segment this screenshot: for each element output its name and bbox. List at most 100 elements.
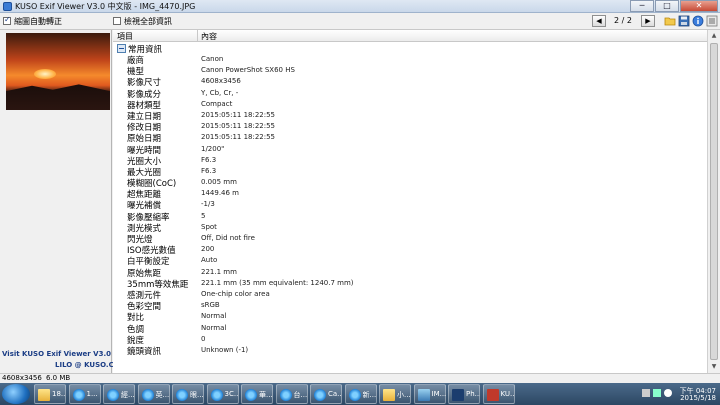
table-row[interactable]: 鏡頭資訊 Unknown (-1) [113, 345, 707, 357]
show-all-checkbox[interactable] [113, 17, 121, 25]
row-value: sRGB [201, 301, 220, 310]
taskbar-item-label: 英... [155, 391, 170, 399]
column-divider[interactable] [197, 30, 198, 42]
taskbar-item[interactable]: 新... [344, 384, 377, 404]
row-value: 1/200" [201, 144, 225, 153]
row-key: 鏡頭資訊 [127, 346, 162, 357]
table-row[interactable]: 白平衡設定 Auto [113, 255, 707, 267]
collapse-icon[interactable] [117, 44, 126, 53]
row-key: 最大光圈 [127, 167, 162, 178]
site-link[interactable]: Visit KUSO Exif Viewer V3.0 Site [2, 350, 129, 358]
table-row[interactable]: 35mm等效焦距 221.1 mm (35 mm equivalent: 1240… [113, 278, 707, 290]
tray-flag-icon[interactable] [664, 389, 672, 397]
taskbar-item[interactable]: 經... [103, 384, 135, 404]
row-key: 模糊圈(CoC) [127, 179, 177, 190]
taskbar-item-label: 新... [362, 391, 377, 399]
next-image-button[interactable]: ▶ [641, 15, 655, 27]
taskbar-item[interactable]: 華... [241, 384, 273, 404]
window-controls: ─ □ ✕ [629, 0, 718, 12]
taskbar-item[interactable]: Ph... [448, 384, 480, 404]
table-row[interactable]: 最大光圈 F6.3 [113, 166, 707, 178]
table-row[interactable]: 原始日期 2015:05:11 18:22:55 [113, 132, 707, 144]
row-key: 色彩空間 [127, 302, 162, 313]
show-all-label[interactable]: 檢視全部資訊 [124, 16, 172, 27]
row-key: 對比 [127, 313, 145, 324]
table-row[interactable]: 修改日期 2015:05:11 18:22:55 [113, 121, 707, 134]
table-row[interactable]: 閃光燈 Off, Did not fire [113, 233, 707, 245]
row-key: 光圈大小 [127, 156, 162, 167]
row-value: 200 [201, 245, 215, 254]
table-row[interactable]: 模糊圈(CoC) 0.005 mm [113, 177, 707, 190]
table-row[interactable]: 曝光時間 1/200" [113, 144, 707, 156]
settings-icon[interactable] [706, 15, 718, 27]
table-row[interactable]: 色彩空間 sRGB [113, 300, 707, 313]
taskbar-item[interactable]: 3C... [206, 384, 239, 404]
row-key: 35mm等效焦距 [127, 279, 189, 290]
table-row[interactable]: 對比 Normal [113, 311, 707, 324]
open-folder-icon[interactable] [664, 15, 676, 27]
scroll-up-icon[interactable]: ▲ [708, 30, 720, 42]
table-row[interactable]: 影像成分 Y, Cb, Cr, - [113, 88, 707, 100]
row-key: 曝光時間 [127, 145, 162, 156]
tray-volume-icon[interactable] [653, 389, 661, 397]
scroll-down-icon[interactable]: ▼ [708, 361, 720, 373]
landscape-silhouette [6, 84, 110, 110]
auto-rotate-label[interactable]: 縮圖自動轉正 [14, 16, 62, 27]
row-value: 221.1 mm [201, 267, 237, 276]
row-key: 曝光補償 [127, 201, 162, 212]
table-row[interactable]: 器材類型 Compact [113, 99, 707, 111]
row-value: 4608x3456 [201, 77, 241, 86]
ie-icon [210, 389, 223, 401]
table-row[interactable]: 測光模式 Spot [113, 222, 707, 234]
table-row[interactable]: ISO感光數值 200 [113, 244, 707, 256]
taskbar-item[interactable]: KU... [482, 384, 515, 404]
table-row[interactable]: 影像壓縮率 5 [113, 211, 707, 223]
prev-image-button[interactable]: ◀ [592, 15, 606, 27]
taskbar: 18... 1... 經... 英... 眼... 3C... 華... 台... Ca... 新… [0, 383, 720, 405]
table-row[interactable]: 光圈大小 F6.3 [113, 155, 707, 167]
table-row[interactable]: 感測元件 One-chip color area [113, 289, 707, 301]
clock-date[interactable]: 2015/5/18 [680, 394, 716, 402]
tray-network-icon[interactable] [642, 389, 650, 397]
taskbar-item-label: 經... [121, 391, 135, 399]
image-thumbnail[interactable] [6, 33, 110, 110]
taskbar-item[interactable]: Ca... [310, 384, 342, 404]
maximize-button[interactable]: □ [655, 0, 679, 12]
table-row[interactable]: 建立日期 2015:05:11 18:22:55 [113, 110, 707, 122]
taskbar-item[interactable]: 18... [34, 384, 66, 404]
window-title: KUSO Exif Viewer V3.0 中文版 - IMG_4470.JPG [15, 2, 196, 11]
table-row[interactable]: 廠商 Canon [113, 54, 707, 66]
kuso-icon [486, 389, 499, 401]
table-row[interactable]: 曝光補償 -1/3 [113, 199, 707, 212]
ie-icon [348, 389, 361, 401]
table-row[interactable]: 影像尺寸 4608x3456 [113, 76, 707, 88]
table-row[interactable]: 銳度 0 [113, 334, 707, 346]
save-icon[interactable] [678, 15, 690, 27]
taskbar-item[interactable]: 小... [379, 384, 411, 404]
column-header-content[interactable]: 內容 [201, 31, 217, 42]
taskbar-item-label: KU... [500, 390, 515, 398]
minimize-button[interactable]: ─ [630, 0, 654, 12]
close-button[interactable]: ✕ [680, 0, 718, 12]
row-key: 影像壓縮率 [127, 212, 170, 223]
taskbar-item[interactable]: 台... [275, 384, 308, 404]
row-key: 修改日期 [127, 123, 162, 134]
table-row[interactable]: 色調 Normal [113, 323, 707, 335]
column-header-item[interactable]: 項目 [117, 31, 197, 42]
row-value: 221.1 mm (35 mm equivalent: 1240.7 mm) [201, 278, 354, 287]
auto-rotate-checkbox[interactable] [3, 15, 11, 25]
row-key: 建立日期 [127, 111, 162, 122]
row-key: 閃光燈 [127, 235, 153, 245]
vertical-scrollbar[interactable]: ▲ ▼ [707, 30, 719, 373]
taskbar-item[interactable]: 眼... [172, 384, 204, 404]
table-row[interactable]: 機型 Canon PowerShot SX60 HS [113, 65, 707, 77]
taskbar-item[interactable]: 英... [137, 384, 170, 404]
scroll-thumb[interactable] [710, 43, 718, 360]
table-row[interactable]: 超焦距離 1449.46 m [113, 188, 707, 200]
table-rows: 廠商 Canon 機型 Canon PowerShot SX60 HS 影像尺寸 4608… [113, 54, 707, 357]
start-button[interactable] [2, 384, 30, 404]
info-icon[interactable] [692, 15, 704, 27]
taskbar-item[interactable]: IM... [413, 384, 446, 404]
taskbar-item[interactable]: 1... [68, 384, 101, 404]
table-row[interactable]: 原始焦距 221.1 mm [113, 267, 707, 279]
